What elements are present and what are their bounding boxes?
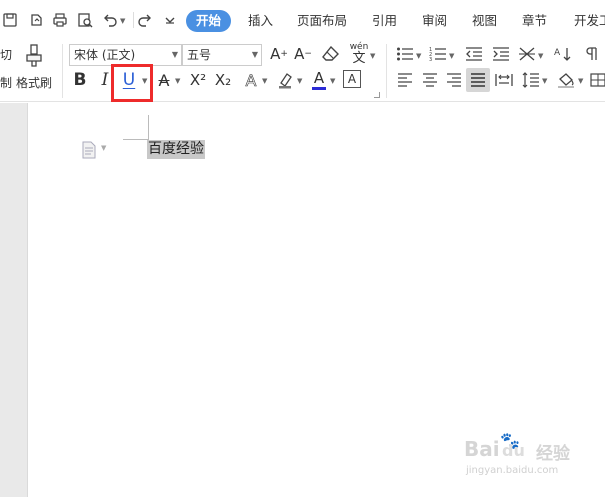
line-spacing-icon[interactable]: [520, 70, 542, 90]
bold-button[interactable]: B: [70, 68, 90, 92]
text-effect-dropdown-icon[interactable]: ▼: [262, 77, 267, 85]
selected-text[interactable]: 百度经验: [147, 140, 205, 159]
watermark-suffix: 经验: [536, 444, 570, 464]
justify-icon[interactable]: [466, 68, 490, 92]
pinyin-guide-button[interactable]: wén 文: [348, 42, 370, 66]
shading-dropdown-icon[interactable]: ▼: [578, 77, 583, 85]
highlight-icon[interactable]: [275, 69, 297, 91]
watermark-domain: jingyan.baidu.com: [466, 465, 559, 476]
undo-icon[interactable]: [100, 10, 120, 30]
shading-icon[interactable]: [555, 70, 577, 90]
bullet-list-icon[interactable]: [394, 44, 416, 64]
svg-text:3: 3: [429, 57, 432, 62]
left-gutter: [0, 103, 28, 497]
distributed-align-icon[interactable]: [493, 70, 515, 90]
increase-indent-icon[interactable]: [490, 44, 512, 64]
tab-insert[interactable]: 插入: [248, 10, 273, 32]
baidu-watermark: Bai 🐾 du 经验 jingyan.baidu.com: [460, 429, 600, 479]
chinese-layout-dropdown-icon[interactable]: ▼: [538, 52, 543, 60]
redo-icon[interactable]: [135, 10, 155, 30]
tab-section[interactable]: 章节: [522, 10, 547, 32]
align-right-icon[interactable]: [443, 70, 465, 90]
decrease-indent-icon[interactable]: [463, 44, 485, 64]
pinyin-dropdown-icon[interactable]: ▼: [370, 52, 375, 60]
tab-developer[interactable]: 开发工: [574, 10, 605, 32]
font-size-value: 五号: [187, 48, 212, 62]
underline-highlight-box: [111, 64, 153, 102]
quick-access-separator: [133, 12, 134, 28]
save-icon[interactable]: [0, 10, 20, 30]
character-border-button[interactable]: A: [343, 70, 361, 88]
watermark-brand: Bai: [464, 437, 500, 461]
align-center-icon[interactable]: [419, 70, 441, 90]
chevron-down-icon: ▼: [171, 50, 178, 59]
pinyin-base: 文: [352, 51, 366, 66]
watermark-du: du: [502, 441, 525, 460]
svg-text:A: A: [554, 48, 561, 58]
document-dropdown-icon[interactable]: ▼: [101, 144, 106, 152]
print-preview-icon[interactable]: [75, 10, 95, 30]
format-painter-label[interactable]: 格式刷: [16, 74, 52, 91]
font-color-button[interactable]: A: [309, 67, 329, 91]
tab-view[interactable]: 视图: [472, 10, 497, 32]
show-marks-icon[interactable]: [580, 44, 602, 64]
crop-mark: [148, 115, 149, 140]
text-effect-button[interactable]: A: [242, 68, 260, 92]
group-separator: [62, 44, 63, 98]
format-painter-icon[interactable]: [22, 43, 46, 69]
document-icon[interactable]: [81, 141, 97, 163]
font-color-bar: [312, 86, 326, 90]
customize-toolbar-icon[interactable]: [160, 10, 180, 30]
tab-page-layout[interactable]: 页面布局: [297, 10, 347, 32]
strikethrough-dropdown-icon[interactable]: ▼: [175, 77, 180, 85]
crop-mark: [123, 139, 148, 140]
font-family-value: 宋体 (正文): [74, 48, 136, 62]
superscript-button[interactable]: X²: [187, 68, 209, 92]
bullet-list-dropdown-icon[interactable]: ▼: [416, 52, 421, 60]
menu-bar: ▼ 开始 插入 页面布局 引用 审阅 视图 章节 开发工: [0, 0, 605, 40]
strikethrough-button[interactable]: A: [155, 68, 173, 92]
tab-review[interactable]: 审阅: [422, 10, 447, 32]
print-icon[interactable]: [50, 10, 70, 30]
font-color-glyph: A: [313, 68, 325, 87]
ribbon: 切 制 格式刷 宋体 (正文) ▼ 五号 ▼ A + A − wén 文 ▼ B I…: [0, 40, 605, 102]
clear-formatting-icon[interactable]: [320, 44, 342, 64]
borders-icon[interactable]: [590, 70, 605, 90]
font-dialog-launcher-icon[interactable]: [374, 92, 380, 98]
cut-button[interactable]: 切: [0, 46, 12, 63]
font-color-dropdown-icon[interactable]: ▼: [330, 77, 335, 85]
decrease-font-size-button[interactable]: A −: [292, 43, 314, 65]
undo-dropdown-icon[interactable]: ▼: [120, 17, 125, 25]
highlight-dropdown-icon[interactable]: ▼: [297, 77, 302, 85]
export-icon[interactable]: [26, 10, 46, 30]
numbered-list-dropdown-icon[interactable]: ▼: [449, 52, 454, 60]
increase-font-size-button[interactable]: A +: [268, 43, 290, 65]
align-left-icon[interactable]: [394, 70, 416, 90]
tab-home[interactable]: 开始: [186, 10, 232, 32]
tab-references[interactable]: 引用: [372, 10, 397, 32]
numbered-list-icon[interactable]: 123: [427, 44, 449, 64]
chevron-down-icon: ▼: [251, 50, 258, 59]
chinese-layout-icon[interactable]: [516, 44, 538, 64]
font-size-select[interactable]: 五号 ▼: [182, 44, 262, 66]
font-family-select[interactable]: 宋体 (正文) ▼: [69, 44, 182, 66]
copy-button[interactable]: 制: [0, 74, 12, 91]
group-separator: [386, 44, 387, 98]
line-spacing-dropdown-icon[interactable]: ▼: [542, 77, 547, 85]
sort-icon[interactable]: A: [552, 44, 574, 64]
subscript-button[interactable]: X₂: [212, 68, 234, 92]
